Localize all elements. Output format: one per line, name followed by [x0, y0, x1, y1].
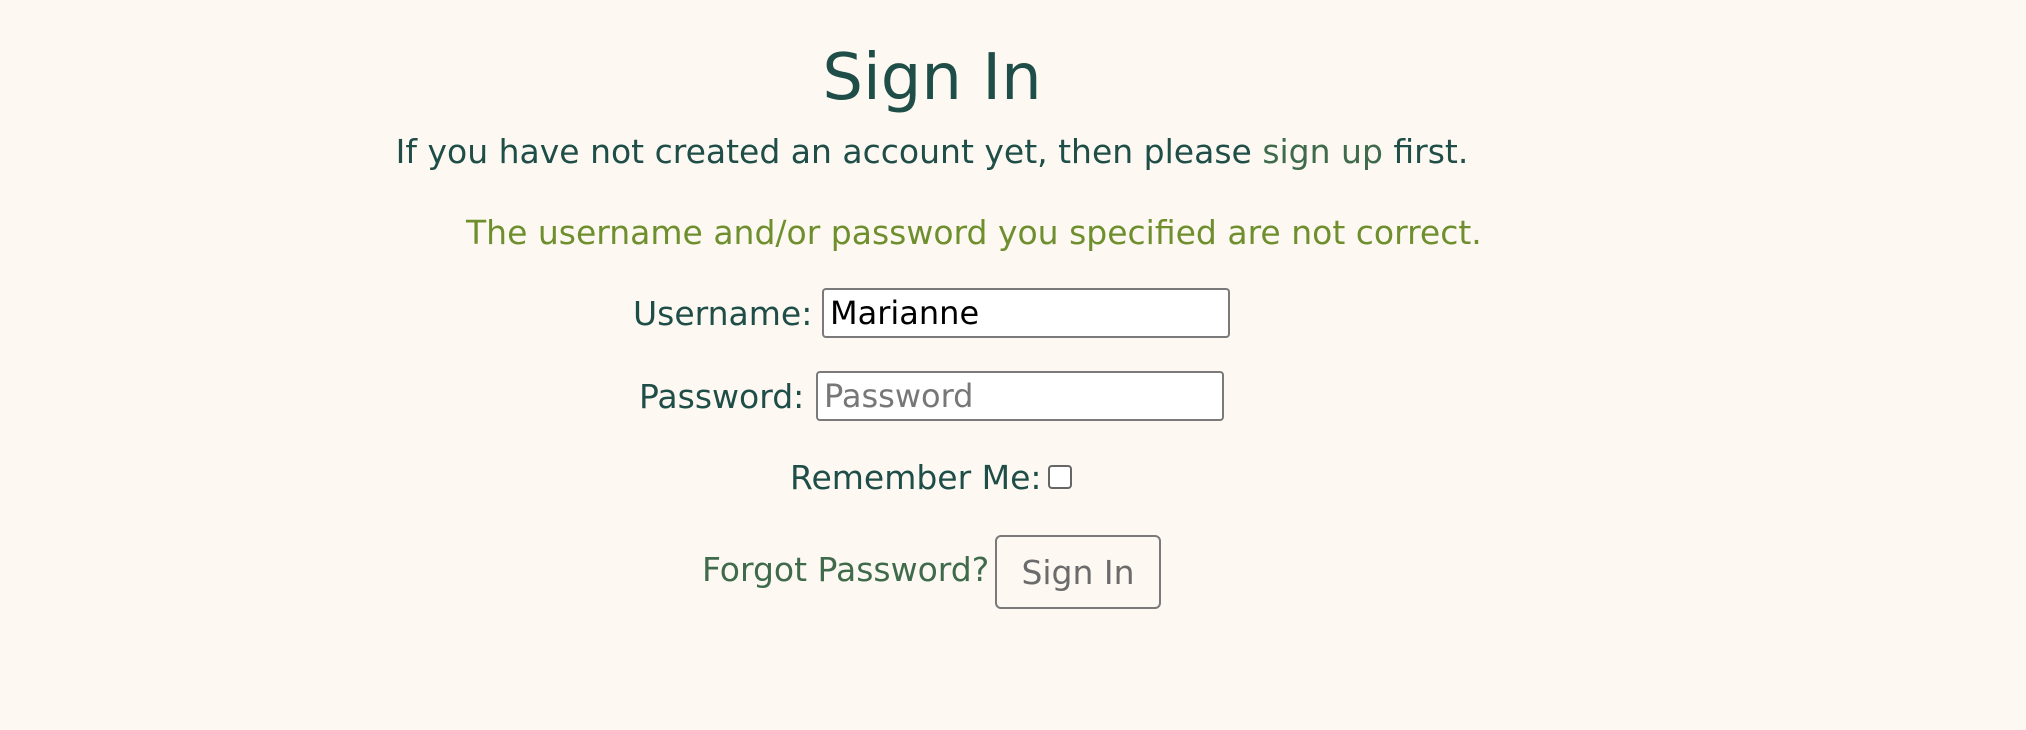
login-error-message: The username and/or password you specifi… — [466, 213, 1482, 252]
signup-prompt-prefix: If you have not created an account yet, … — [395, 132, 1263, 171]
forgot-password-link[interactable]: Forgot Password? — [702, 550, 989, 590]
sign-in-page: Sign In If you have not created an accou… — [0, 0, 1864, 730]
signup-prompt-suffix: first. — [1382, 132, 1469, 171]
signup-prompt: If you have not created an account yet, … — [0, 132, 1864, 172]
username-input[interactable] — [822, 288, 1230, 338]
remember-me-checkbox[interactable] — [1048, 465, 1072, 489]
username-label: Username: — [633, 294, 813, 333]
password-label: Password: — [639, 377, 805, 416]
sign-up-link[interactable]: sign up — [1262, 132, 1383, 171]
password-input[interactable] — [816, 371, 1224, 421]
sign-in-button[interactable]: Sign In — [995, 535, 1161, 609]
page-title: Sign In — [822, 41, 1042, 115]
remember-me-label: Remember Me: — [790, 458, 1042, 497]
